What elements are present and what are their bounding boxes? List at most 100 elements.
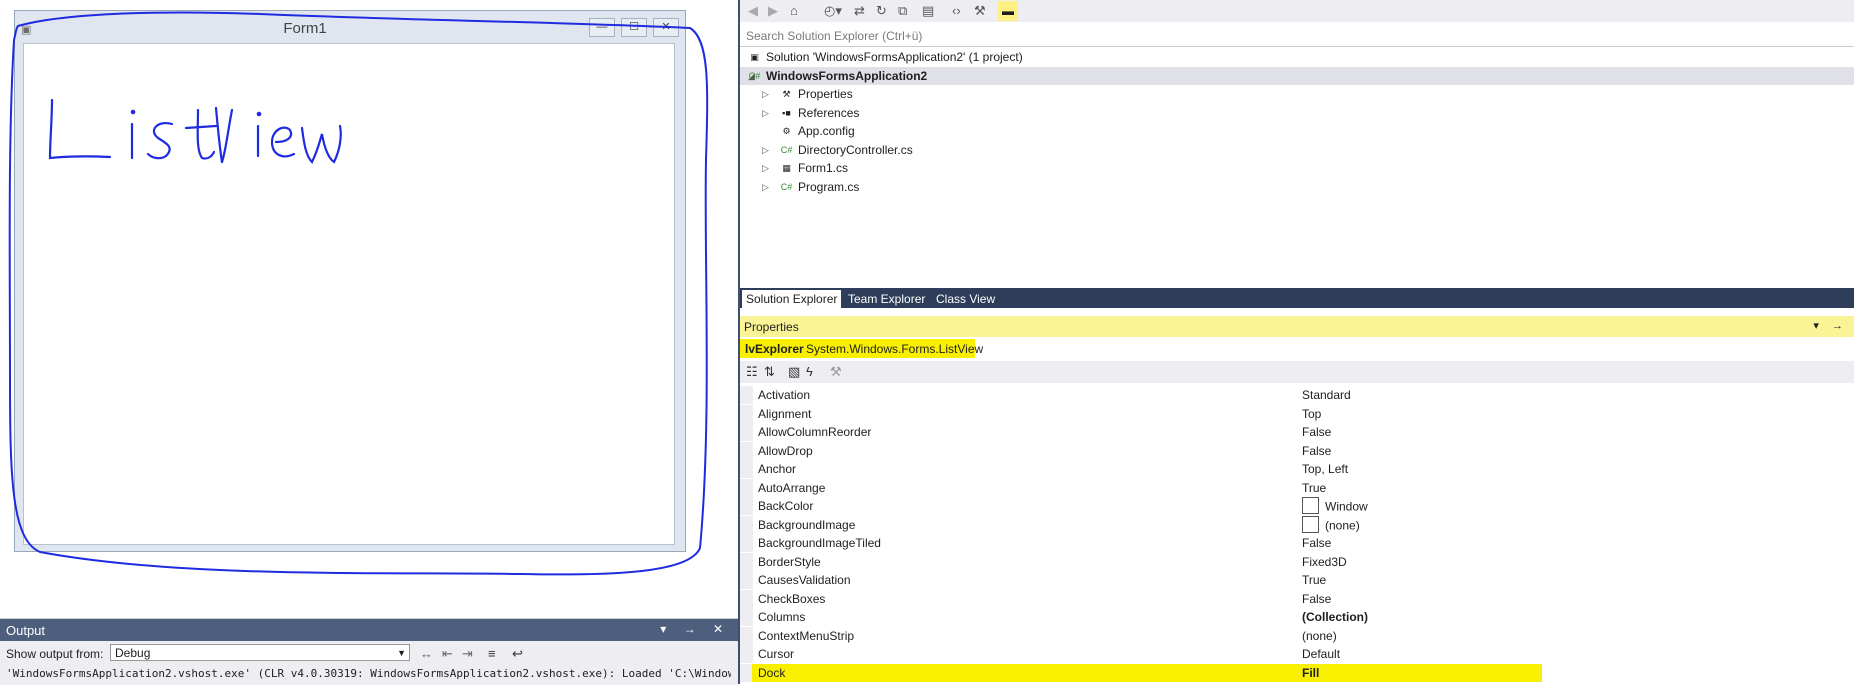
property-row-backgroundimage[interactable]: BackgroundImage (none) bbox=[740, 515, 1854, 535]
properties-object-selector[interactable]: lvExplorer System.Windows.Forms.ListView bbox=[740, 338, 1854, 358]
property-row-alignment[interactable]: Alignment Top bbox=[740, 404, 1854, 423]
property-row-columns[interactable]: Columns (Collection) bbox=[740, 608, 1854, 626]
show-all-files-icon[interactable]: ▤ bbox=[922, 3, 934, 19]
expand-arrow-icon[interactable]: ▷ bbox=[762, 178, 769, 196]
property-row-highlight bbox=[752, 663, 1542, 682]
property-value[interactable]: False bbox=[1302, 592, 1331, 606]
events-lightning-icon[interactable]: ϟ bbox=[806, 364, 813, 379]
output-source-select[interactable]: Debug ▼ bbox=[110, 644, 410, 661]
search-input[interactable]: Search Solution Explorer (Ctrl+ü) bbox=[746, 29, 922, 43]
properties-header[interactable]: Properties ▾ → bbox=[740, 316, 1854, 337]
solution-explorer[interactable]: ◀ ▶ ⌂ ◴▾ ⇄ ↻ ⧉ ▤ ‹› ⚒ ▬ Search Solution … bbox=[740, 0, 1854, 308]
tree-row[interactable]: ▷ C# Program.cs bbox=[740, 178, 1854, 196]
forward-icon[interactable]: ▶ bbox=[768, 3, 778, 19]
chevron-down-icon[interactable]: ▼ bbox=[397, 645, 406, 662]
collapse-all-icon[interactable]: ⧉ bbox=[898, 3, 907, 19]
property-name: BorderStyle bbox=[758, 554, 821, 569]
property-value-text: Top, Left bbox=[1302, 462, 1349, 476]
property-gutter bbox=[740, 534, 753, 552]
tree-row[interactable]: ▷ ⚒ Properties bbox=[740, 85, 1854, 103]
expand-arrow-icon[interactable]: ▷ bbox=[762, 159, 769, 177]
sync-icon[interactable]: ⇄ bbox=[854, 3, 865, 19]
property-value[interactable]: Default bbox=[1302, 647, 1340, 661]
property-row-allowcolumnreorder[interactable]: AllowColumnReorder False bbox=[740, 423, 1854, 441]
next-message-icon[interactable]: ⇥ bbox=[462, 646, 473, 662]
property-row-autoarrange[interactable]: AutoArrange True bbox=[740, 478, 1854, 497]
tab-solution-explorer[interactable]: Solution Explorer bbox=[742, 290, 842, 308]
property-row-anchor[interactable]: Anchor Top, Left bbox=[740, 460, 1854, 478]
property-value-text: Standard bbox=[1302, 388, 1351, 402]
property-name: AllowDrop bbox=[758, 443, 813, 458]
categorized-icon[interactable]: ☷ bbox=[746, 364, 758, 380]
property-value[interactable]: True bbox=[1302, 573, 1326, 587]
previous-message-icon[interactable]: ⇤ bbox=[442, 646, 453, 662]
property-row-allowdrop[interactable]: AllowDrop False bbox=[740, 441, 1854, 460]
home-icon[interactable]: ⌂ bbox=[790, 3, 798, 18]
tab-team-explorer[interactable]: Team Explorer bbox=[844, 290, 929, 308]
property-row-causesvalidation[interactable]: CausesValidation True bbox=[740, 571, 1854, 589]
property-row-dock[interactable]: Dock Fill bbox=[740, 663, 1854, 682]
tree-row-project[interactable]: ◢ C# WindowsFormsApplication2 bbox=[740, 66, 1854, 85]
tab-class-view[interactable]: Class View bbox=[932, 290, 999, 308]
property-row-contextmenustrip[interactable]: ContextMenuStrip (none) bbox=[740, 626, 1854, 645]
wrench-icon: ⚒ bbox=[782, 89, 791, 99]
references-icon: ▪■ bbox=[782, 107, 791, 118]
tree-row[interactable]: ▷ ▪■ References bbox=[740, 104, 1854, 122]
property-name: ContextMenuStrip bbox=[758, 628, 855, 643]
property-value[interactable]: True bbox=[1302, 481, 1326, 495]
property-value[interactable]: False bbox=[1302, 536, 1331, 550]
property-name: Cursor bbox=[758, 647, 795, 661]
tree-row[interactable]: ▷ ▦ Form1.cs bbox=[740, 159, 1854, 177]
csharp-file-icon: C# bbox=[780, 144, 793, 155]
property-pages-wrench-icon[interactable]: ⚒ bbox=[830, 364, 842, 380]
form-designer[interactable]: ▣ Form1 — ☐ ✕ bbox=[0, 0, 738, 618]
pending-changes-filter-icon[interactable]: ◴▾ bbox=[824, 3, 842, 19]
property-row-borderstyle[interactable]: BorderStyle Fixed3D bbox=[740, 552, 1854, 571]
tree-item-label: Solution 'WindowsFormsApplication2' (1 p… bbox=[766, 50, 1023, 64]
clear-all-icon[interactable]: ≡ bbox=[488, 646, 496, 661]
alphabetical-icon[interactable]: ⇅ bbox=[764, 364, 775, 380]
property-value[interactable]: Fixed3D bbox=[1302, 555, 1347, 569]
property-value[interactable]: Standard bbox=[1302, 388, 1351, 402]
expand-arrow-icon[interactable]: ▷ bbox=[762, 85, 769, 103]
properties-page-icon[interactable]: ▧ bbox=[788, 364, 800, 380]
expand-arrow-icon[interactable]: ▷ bbox=[762, 104, 769, 122]
refresh-icon[interactable]: ↻ bbox=[876, 3, 887, 19]
property-value[interactable]: (none) bbox=[1302, 515, 1360, 535]
preview-selected-items-icon[interactable]: ▬ bbox=[998, 1, 1018, 21]
property-value-text: True bbox=[1302, 573, 1327, 587]
property-row-checkboxes[interactable]: CheckBoxes False bbox=[740, 589, 1854, 608]
properties-window[interactable]: Properties ▾ → lvExplorer System.Windows… bbox=[740, 316, 1854, 684]
output-header[interactable]: Output ▾ → ✕ bbox=[0, 619, 738, 641]
handdrawn-annotation bbox=[8, 11, 709, 576]
output-pane[interactable]: Output ▾ → ✕ Show output from: Debug ▼ ↔… bbox=[0, 618, 738, 685]
property-row-backcolor[interactable]: BackColor Window bbox=[740, 497, 1854, 515]
property-row-activation[interactable]: Activation Standard bbox=[740, 386, 1854, 404]
output-window-controls-icon[interactable]: ▾ → ✕ bbox=[660, 622, 730, 636]
property-row-backgroundimagetiled[interactable]: BackgroundImageTiled False bbox=[740, 534, 1854, 552]
solution-explorer-search[interactable]: Search Solution Explorer (Ctrl+ü) bbox=[740, 24, 1854, 47]
property-value[interactable]: (Collection) bbox=[1302, 610, 1368, 624]
property-value[interactable]: Top, Left bbox=[1302, 462, 1348, 476]
property-value[interactable]: Fill bbox=[1302, 666, 1319, 680]
tree-row-solution[interactable]: ▣ Solution 'WindowsFormsApplication2' (1 … bbox=[740, 48, 1854, 66]
annotation-handwriting bbox=[48, 98, 342, 164]
word-wrap-icon[interactable]: ↩ bbox=[512, 646, 523, 662]
properties-window-controls-icon[interactable]: ▾ → bbox=[1813, 319, 1848, 332]
property-value[interactable]: Window bbox=[1302, 497, 1368, 516]
tree-row[interactable]: ⚙ App.config bbox=[740, 122, 1854, 140]
property-value[interactable]: False bbox=[1302, 425, 1331, 439]
property-gutter bbox=[740, 460, 753, 478]
view-code-icon[interactable]: ‹› bbox=[952, 3, 961, 18]
back-icon[interactable]: ◀ bbox=[748, 3, 758, 19]
find-message-icon[interactable]: ↔ bbox=[420, 646, 433, 661]
tree-row[interactable]: ▷ C# DirectoryController.cs bbox=[740, 141, 1854, 159]
property-value[interactable]: Top bbox=[1302, 407, 1321, 421]
output-text[interactable]: 'WindowsFormsApplication2.vshost.exe' (C… bbox=[6, 667, 731, 680]
property-value[interactable]: (none) bbox=[1302, 629, 1337, 643]
property-row-cursor[interactable]: Cursor Default bbox=[740, 645, 1854, 663]
property-value[interactable]: False bbox=[1302, 444, 1331, 458]
expand-arrow-icon[interactable]: ▷ bbox=[762, 141, 769, 159]
tree-item-label: DirectoryController.cs bbox=[798, 142, 913, 157]
properties-wrench-icon[interactable]: ⚒ bbox=[974, 3, 986, 19]
